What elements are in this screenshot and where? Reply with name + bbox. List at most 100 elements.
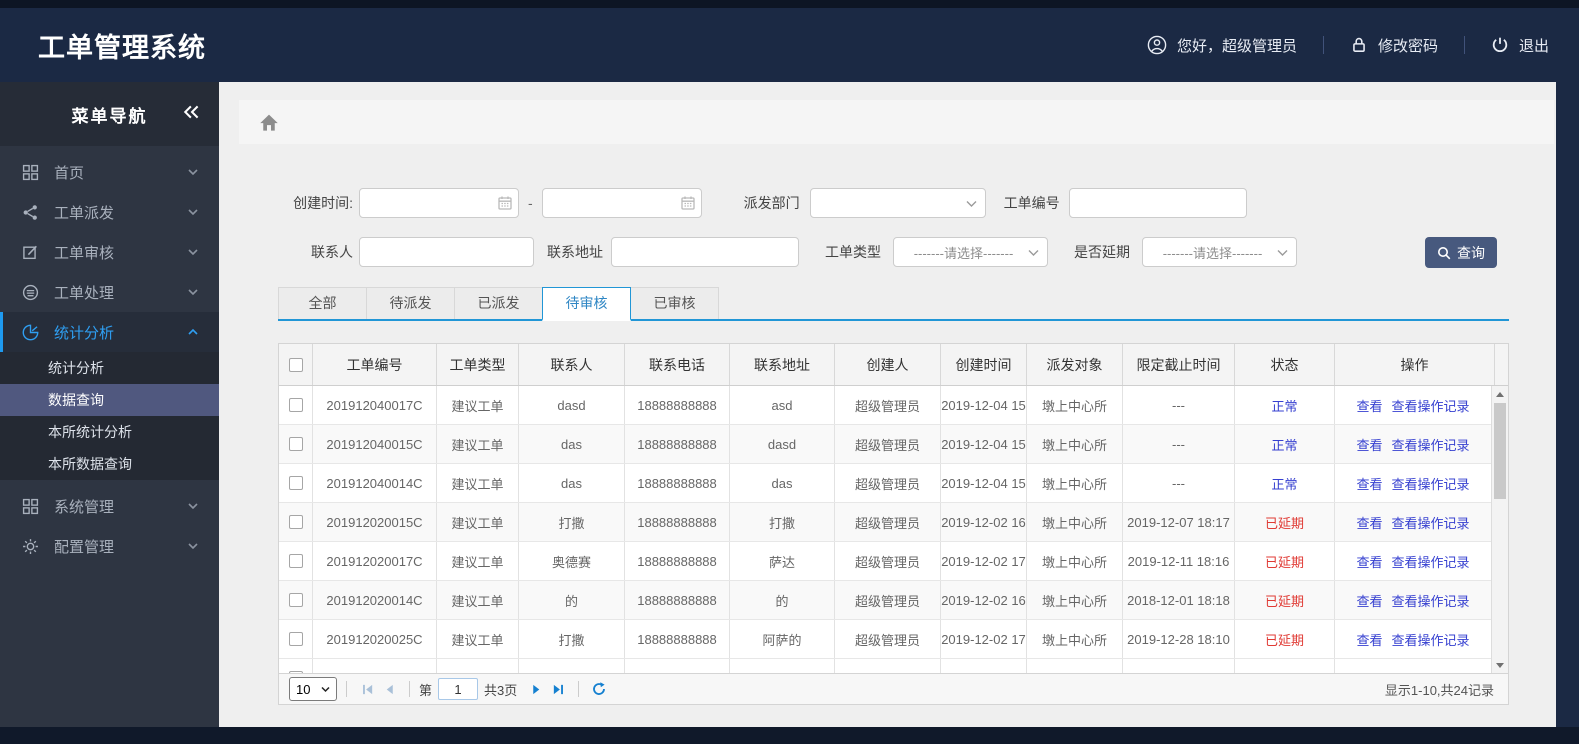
cell-target: 墩上中心所 <box>1041 398 1107 414</box>
submenu-item-local-statistics[interactable]: 本所统计分析 <box>0 416 219 448</box>
logout-label: 退出 <box>1518 37 1549 55</box>
first-page-button[interactable] <box>356 678 378 700</box>
view-link[interactable]: 查看 <box>1356 435 1382 454</box>
tab-to-review[interactable]: 待审核 <box>542 287 631 321</box>
col-created: 创建时间 <box>941 344 1027 385</box>
tab-to-dispatch[interactable]: 待派发 <box>366 287 455 319</box>
col-status: 状态 <box>1235 344 1335 385</box>
logout-button[interactable]: 退出 <box>1491 35 1549 56</box>
submenu-item-local-data-query[interactable]: 本所数据查询 <box>0 448 219 480</box>
calendar-icon[interactable] <box>497 195 513 211</box>
tab-dispatched[interactable]: 已派发 <box>454 287 543 319</box>
next-page-button[interactable] <box>525 678 547 700</box>
view-log-link[interactable]: 查看操作记录 <box>1392 435 1470 454</box>
select-all-checkbox[interactable] <box>288 357 303 372</box>
user-greeting[interactable]: 您好，超级管理员 <box>1147 35 1297 56</box>
cell-deadline: 2019-12-11 18:16 <box>1127 553 1230 569</box>
col-phone: 联系电话 <box>625 344 730 385</box>
view-log-link[interactable]: 查看操作记录 <box>1392 591 1470 610</box>
page-size-select[interactable]: 10 <box>289 677 337 701</box>
cell-order-type: 建议工单 <box>451 398 504 414</box>
header-divider <box>1322 36 1324 54</box>
table-row: 201912020017C 建议工单 奥德赛 18888888888 萨达 超级… <box>279 542 1491 581</box>
app-title: 工单管理系统 <box>38 32 206 63</box>
address-input[interactable] <box>611 237 799 267</box>
cell-creator: 超级管理员 <box>854 398 920 414</box>
cell-order-type: 建议工单 <box>451 515 504 531</box>
sidebar-item-process[interactable]: 工单处理 <box>0 272 219 312</box>
submenu-item-data-query[interactable]: 数据查询 <box>0 384 219 416</box>
greeting-text: 您好，超级管理员 <box>1176 37 1297 55</box>
home-icon[interactable] <box>259 113 279 132</box>
dispatch-dept-select[interactable] <box>809 188 986 218</box>
row-checkbox[interactable] <box>288 398 303 412</box>
cell-created: 2019-12-04 15 <box>941 436 1026 452</box>
view-link[interactable]: 查看 <box>1356 591 1382 610</box>
breadcrumb-bar <box>239 100 1554 144</box>
scroll-down-button[interactable] <box>1492 657 1508 673</box>
create-time-start-input[interactable] <box>359 188 519 218</box>
view-log-link[interactable]: 查看操作记录 <box>1392 513 1470 532</box>
chevron-down-icon <box>187 166 199 178</box>
pagination-bar: 10 第 共3页 显示1-10,共24记录 <box>279 673 1508 704</box>
chevron-down-icon <box>1277 249 1288 257</box>
view-link[interactable]: 查看 <box>1356 474 1382 493</box>
view-log-link[interactable]: 查看操作记录 <box>1392 552 1470 571</box>
page-number-input[interactable] <box>438 678 479 700</box>
refresh-button[interactable] <box>588 678 610 700</box>
sidebar-menu: 首页 工单派发 工单审核 工单处理 统计分析 统计分析 数据查询 本所统计分析 … <box>0 146 219 566</box>
order-no-input[interactable] <box>1068 188 1247 218</box>
sidebar-item-review[interactable]: 工单审核 <box>0 232 219 272</box>
view-link[interactable]: 查看 <box>1356 396 1382 415</box>
row-checkbox[interactable] <box>288 671 303 673</box>
query-button[interactable]: 查询 <box>1425 237 1497 268</box>
view-link[interactable]: 查看 <box>1356 552 1382 571</box>
scroll-up-button[interactable] <box>1492 386 1508 402</box>
last-page-button[interactable] <box>547 678 569 700</box>
table-scrollbar[interactable] <box>1491 386 1508 673</box>
submenu-item-statistics[interactable]: 统计分析 <box>0 352 219 384</box>
cell-address: asd <box>771 397 793 413</box>
prev-page-button[interactable] <box>378 678 400 700</box>
row-checkbox[interactable] <box>288 476 303 490</box>
cell-order-no: 201912040015C <box>326 436 423 452</box>
pager-divider <box>346 681 347 697</box>
sidebar-item-config[interactable]: 配置管理 <box>0 526 219 566</box>
total-pages-label: 共3页 <box>484 682 518 698</box>
calendar-icon[interactable] <box>680 195 696 211</box>
sidebar-item-statistics[interactable]: 统计分析 <box>0 312 219 352</box>
row-checkbox[interactable] <box>288 632 303 646</box>
select-placeholder: -------请选择------- <box>913 245 1014 261</box>
sidebar-item-home[interactable]: 首页 <box>0 152 219 192</box>
edit-icon <box>22 244 39 261</box>
view-link[interactable]: 查看 <box>1356 513 1382 532</box>
sidebar-item-label: 工单处理 <box>54 284 115 302</box>
cell-creator: 超级管理员 <box>854 554 920 570</box>
tab-all[interactable]: 全部 <box>278 287 367 319</box>
view-link[interactable]: 查看 <box>1356 630 1382 649</box>
page-size-value: 10 <box>296 681 311 697</box>
scrollbar-thumb[interactable] <box>1494 403 1506 499</box>
cell-creator: 超级管理员 <box>854 515 920 531</box>
row-checkbox[interactable] <box>288 437 303 451</box>
cell-contact: 奥德赛 <box>551 554 591 570</box>
row-checkbox[interactable] <box>288 554 303 568</box>
cell-creator: 超级管理员 <box>854 437 920 453</box>
row-checkbox[interactable] <box>288 515 303 529</box>
view-log-link[interactable]: 查看操作记录 <box>1392 396 1470 415</box>
cell-order-no: 201912020017C <box>326 553 423 569</box>
sidebar-item-system[interactable]: 系统管理 <box>0 486 219 526</box>
collapse-sidebar-icon[interactable] <box>183 104 201 120</box>
order-type-select[interactable]: -------请选择------- <box>893 237 1048 267</box>
change-password-button[interactable]: 修改密码 <box>1350 35 1438 56</box>
create-time-end-input[interactable] <box>541 188 702 218</box>
view-log-link[interactable]: 查看操作记录 <box>1392 630 1470 649</box>
sidebar-item-dispatch[interactable]: 工单派发 <box>0 192 219 232</box>
delay-select[interactable]: -------请选择------- <box>1142 237 1297 267</box>
contact-input[interactable] <box>359 237 534 267</box>
cell-phone: 18888888888 <box>637 436 717 452</box>
tab-reviewed[interactable]: 已审核 <box>630 287 719 319</box>
table-row: 201912020025C 建议工单 打撒 18888888888 阿萨的 超级… <box>279 620 1491 659</box>
row-checkbox[interactable] <box>288 593 303 607</box>
view-log-link[interactable]: 查看操作记录 <box>1392 474 1470 493</box>
